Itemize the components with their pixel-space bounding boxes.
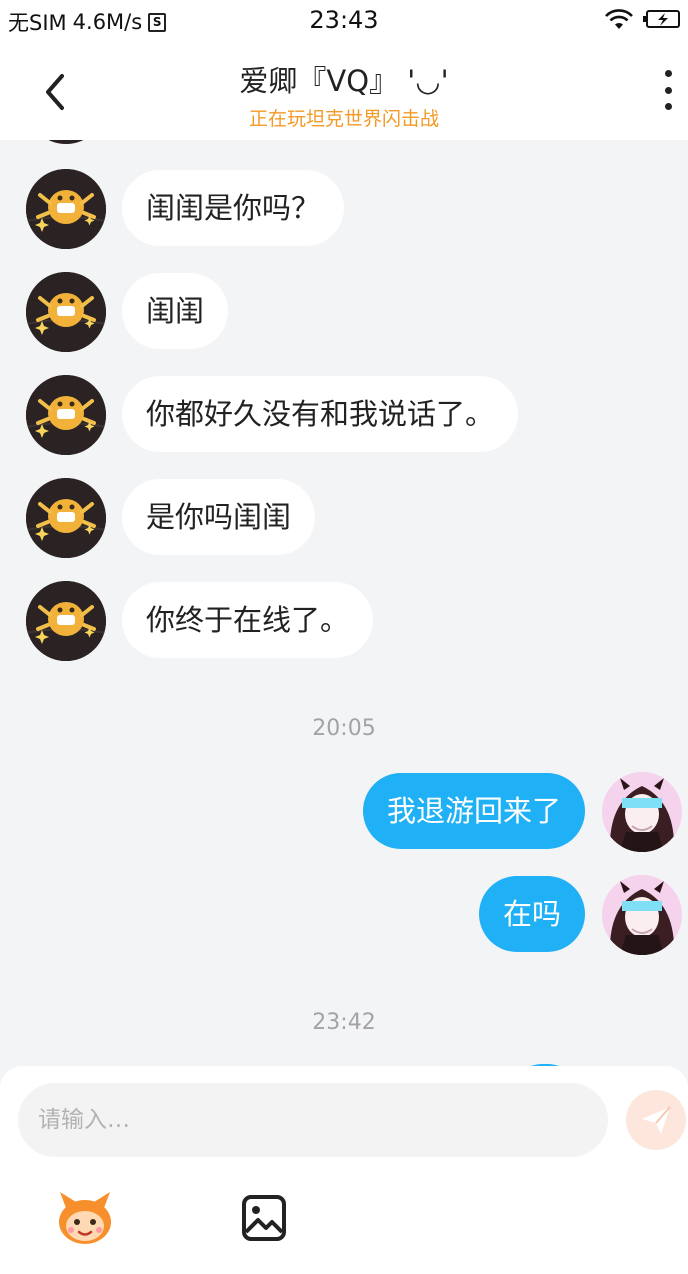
message-bubble-incoming[interactable]: 闺闺是你吗？ xyxy=(122,170,345,246)
status-bar: 无SIM 4.6M/s S 23:43 xyxy=(0,0,688,40)
image-icon xyxy=(242,1195,286,1241)
my-avatar[interactable] xyxy=(602,772,682,852)
message-bubble-incoming[interactable]: 闺闺 xyxy=(122,273,229,349)
message-bubble-incoming[interactable]: 是你吗闺闺 xyxy=(122,479,316,555)
more-dot xyxy=(664,103,672,110)
composer-panel xyxy=(0,1066,688,1274)
contact-avatar-image xyxy=(26,272,106,352)
my-avatar-image xyxy=(602,875,682,955)
my-avatar[interactable] xyxy=(602,875,682,955)
chat-status-subtitle: 正在玩坦克世界闪击战 xyxy=(248,108,439,130)
mascot-emoji-icon xyxy=(59,1192,111,1244)
emoji-button[interactable] xyxy=(54,1188,116,1250)
contact-avatar[interactable] xyxy=(26,272,106,352)
message-bubble-incoming[interactable]: 你终于在线了。 xyxy=(122,582,374,658)
contact-avatar-image xyxy=(26,581,106,661)
more-dot xyxy=(664,86,672,94)
battery-charging-icon xyxy=(643,10,680,28)
chat-title: 爱卿『VQ』 '◡' xyxy=(239,64,449,98)
status-right xyxy=(604,8,680,30)
image-picker-button[interactable] xyxy=(234,1188,296,1250)
back-button[interactable] xyxy=(36,62,80,118)
chevron-left-icon xyxy=(46,74,64,110)
contact-avatar-image xyxy=(26,375,106,455)
wifi-icon xyxy=(605,9,633,29)
contact-avatar[interactable] xyxy=(26,375,106,455)
message-timestamp: 23:42 xyxy=(312,1010,376,1035)
paper-plane-icon xyxy=(642,1106,671,1134)
my-avatar-image xyxy=(602,772,682,852)
message-bubble-outgoing[interactable]: 我退游回来了 xyxy=(362,773,585,849)
contact-avatar-image xyxy=(26,478,106,558)
message-list[interactable]: 闺闺是你吗？ 闺闺 你都好久没有和我说话了。 是你吗闺闺 你终于在线了。 20:… xyxy=(0,140,688,1068)
contact-avatar[interactable] xyxy=(26,478,106,558)
message-timestamp: 20:05 xyxy=(312,716,376,741)
chat-title-block: 爱卿『VQ』 '◡' 正在玩坦克世界闪击战 xyxy=(100,58,588,131)
contact-avatar[interactable] xyxy=(26,169,106,249)
chat-header: 爱卿『VQ』 '◡' 正在玩坦克世界闪击战 xyxy=(0,40,688,140)
message-input[interactable] xyxy=(18,1083,608,1157)
send-button[interactable] xyxy=(626,1090,686,1150)
message-bubble-outgoing[interactable]: 在吗 xyxy=(478,876,585,952)
message-bubble-incoming[interactable]: 你都好久没有和我说话了。 xyxy=(122,376,519,452)
more-options-button[interactable] xyxy=(656,70,680,110)
contact-avatar[interactable] xyxy=(26,581,106,661)
status-time: 23:43 xyxy=(309,6,379,34)
contact-avatar-image xyxy=(26,169,106,249)
more-vertical-icon xyxy=(664,70,672,77)
contact-avatar[interactable] xyxy=(26,140,106,144)
